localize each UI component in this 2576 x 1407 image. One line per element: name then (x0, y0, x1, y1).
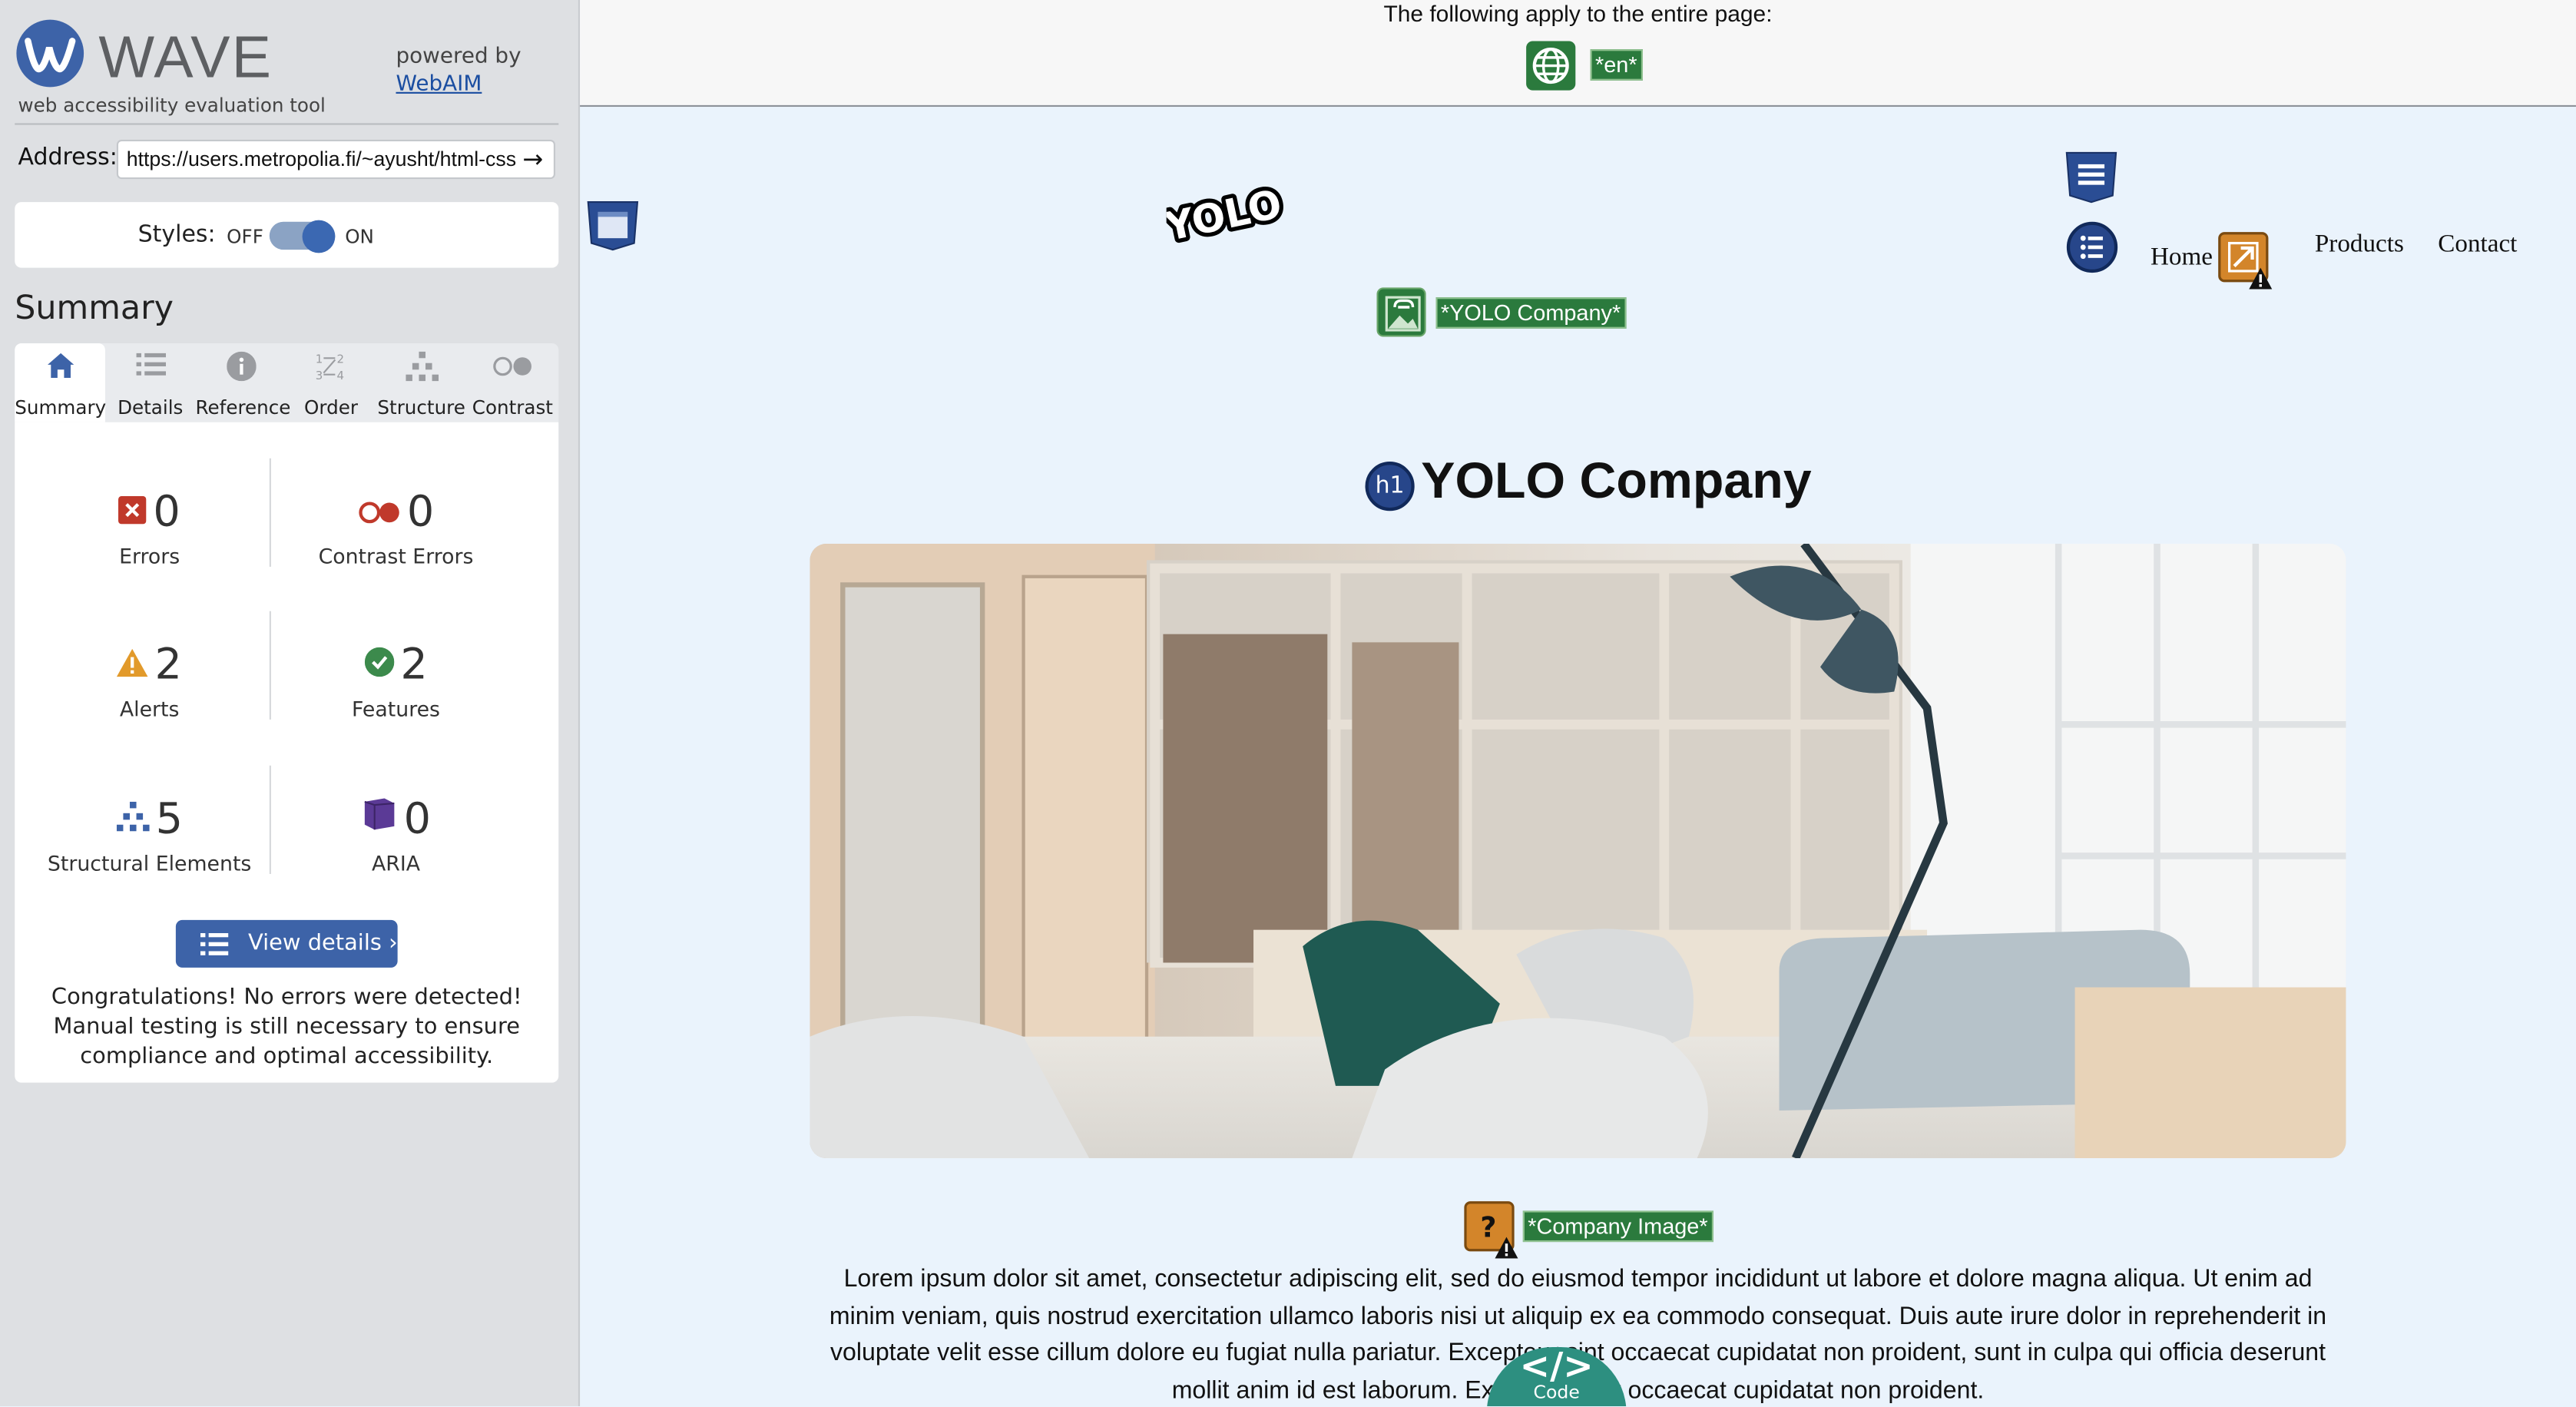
check-icon (364, 638, 394, 687)
styles-toggle[interactable] (269, 219, 336, 253)
styles-off-label: OFF (227, 225, 263, 248)
tab-contrast[interactable]: Contrast (466, 343, 558, 422)
info-icon (196, 351, 286, 385)
aria-label: ARIA (371, 849, 421, 876)
aria-count: 0 (403, 795, 431, 845)
logo-text-fill: YOLO (1167, 181, 1285, 243)
tab-details[interactable]: Details (105, 343, 196, 422)
stat-contrast-errors[interactable]: 0 Contrast Errors (276, 488, 515, 568)
wave-logo-icon (16, 19, 84, 88)
contrast-errors-count: 0 (406, 488, 435, 538)
aria-cube-icon (361, 793, 397, 842)
errors-count: 0 (153, 488, 180, 538)
page-heading: YOLO Company (1421, 452, 1812, 510)
arrow-right-icon[interactable]: → (522, 144, 543, 174)
summary-panel: 0 Errors 0 Contrast Errors 2 Alerts 2 Fe… (15, 422, 559, 1083)
view-details-label: View details › (247, 929, 398, 956)
home-icon (15, 352, 105, 385)
contrast-errors-label: Contrast Errors (318, 542, 474, 568)
wave-tagline: web accessibility evaluation tool (18, 93, 326, 117)
navigation-region-icon[interactable] (2064, 150, 2120, 206)
list-icon (105, 352, 196, 385)
tab-reference[interactable]: Reference (195, 343, 291, 422)
errors-label: Errors (119, 542, 180, 568)
tab-label: Reference (195, 396, 291, 419)
stat-features[interactable]: 2 Features (276, 641, 515, 720)
congrats-message: Congratulations! No errors were detected… (51, 984, 522, 1070)
contrast-icon (466, 352, 558, 385)
alert-icon (117, 638, 148, 687)
svg-text:1: 1 (315, 353, 323, 366)
alerts-label: Alerts (119, 695, 180, 720)
styles-toggle-panel: Styles: OFF ON (15, 202, 559, 268)
code-label: Code (1533, 1381, 1580, 1403)
stat-errors[interactable]: 0 Errors (30, 488, 270, 568)
structure-icon (116, 793, 150, 842)
svg-text:2: 2 (336, 353, 343, 366)
unordered-list-icon[interactable] (2066, 221, 2118, 273)
svg-text:3: 3 (315, 369, 323, 381)
tab-label: Order (304, 396, 358, 419)
toggle-knob[interactable] (302, 219, 336, 253)
tab-summary[interactable]: Summary (15, 343, 107, 422)
webaim-link[interactable]: WebAIM (396, 71, 521, 98)
tab-order[interactable]: 12 3 4 Order (286, 343, 376, 422)
address-label: Address: (18, 144, 118, 171)
alerts-count: 2 (154, 641, 182, 690)
evaluated-page: The following apply to the entire page: … (580, 0, 2576, 1406)
order-icon: 12 3 4 (286, 352, 376, 385)
view-details-button[interactable]: View details › (175, 919, 398, 968)
stat-structural[interactable]: 5 Structural Elements (30, 795, 270, 875)
wave-brand: WAVE (98, 22, 273, 91)
structure-icon (376, 351, 467, 385)
company-image (810, 544, 2346, 1158)
structural-count: 5 (155, 795, 183, 845)
suspicious-alt-alert-icon[interactable]: ? (1464, 1201, 1520, 1260)
divider (15, 123, 559, 125)
h1-badge[interactable]: h1 (1365, 462, 1415, 511)
divider (269, 458, 271, 567)
tab-label: Contrast (472, 396, 553, 419)
tab-label: Structure (377, 396, 465, 419)
nav-home[interactable]: Home (2151, 243, 2213, 273)
powered-by: powered by WebAIM (396, 43, 521, 99)
structural-label: Structural Elements (47, 849, 252, 876)
page-level-bar: The following apply to the entire page: … (580, 0, 2576, 108)
error-icon (118, 485, 147, 535)
redundant-link-alert-icon[interactable] (2218, 232, 2274, 291)
tab-bar: Summary Details Reference 12 3 4 Order Str… (15, 343, 559, 422)
link-alt-label: *YOLO Company* (1435, 297, 1626, 329)
tab-label: Details (118, 396, 184, 419)
styles-on-label: ON (345, 225, 374, 248)
language-globe-icon[interactable] (1526, 41, 1576, 91)
tab-structure[interactable]: Structure (376, 343, 467, 422)
image-alt-label: *Company Image* (1522, 1210, 1713, 1243)
yolo-logo: YOLO YOLO (1156, 177, 1290, 255)
linked-image-icon[interactable] (1376, 287, 1426, 337)
address-input[interactable]: https://users.metropolia.fi/~ayusht/html… (116, 139, 555, 180)
svg-text:?: ? (1480, 1211, 1496, 1244)
stat-alerts[interactable]: 2 Alerts (30, 641, 270, 720)
features-label: Features (352, 695, 440, 720)
styles-label: Styles: (137, 221, 216, 248)
features-count: 2 (400, 641, 428, 690)
code-toggle-button[interactable]: </> Code (1486, 1346, 1627, 1406)
page-notice: The following apply to the entire page: (1383, 0, 1773, 27)
powered-by-text: powered by (396, 44, 521, 69)
summary-heading: Summary (15, 287, 174, 327)
list-icon (200, 932, 229, 963)
contrast-error-icon (358, 485, 401, 535)
header-region-icon[interactable] (584, 197, 641, 253)
svg-text:4: 4 (336, 369, 343, 381)
stat-aria[interactable]: 0 ARIA (276, 795, 515, 875)
divider (269, 765, 271, 874)
language-label: *en* (1590, 49, 1642, 81)
nav-contact[interactable]: Contact (2438, 230, 2517, 260)
nav-products[interactable]: Products (2315, 230, 2404, 260)
tab-label: Summary (15, 396, 107, 419)
divider (269, 611, 271, 720)
wave-sidebar: WAVE web accessibility evaluation tool p… (0, 0, 581, 1406)
